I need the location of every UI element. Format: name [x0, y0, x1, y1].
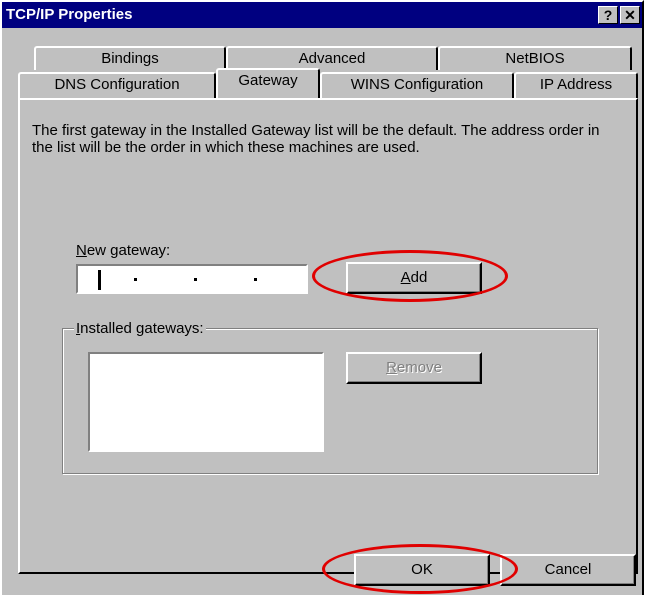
- new-gateway-ip-input[interactable]: [76, 264, 308, 294]
- title-bar[interactable]: TCP/IP Properties ? ✕: [2, 2, 642, 28]
- text-caret: [98, 270, 101, 290]
- installed-label-text: nstalled gateways:: [80, 320, 204, 337]
- tab-advanced[interactable]: Advanced: [226, 46, 438, 70]
- window-title: TCP/IP Properties: [6, 6, 133, 23]
- tab-wins-configuration[interactable]: WINS Configuration: [320, 72, 514, 98]
- installed-gateways-list[interactable]: [88, 352, 324, 452]
- gateway-description: The first gateway in the Installed Gatew…: [32, 122, 600, 156]
- installed-gateways-label: Installed gateways:: [74, 320, 206, 337]
- remove-button[interactable]: Remove: [346, 352, 482, 384]
- new-gateway-label: New gateway:: [76, 242, 170, 259]
- ip-octet-separator: [134, 278, 137, 281]
- new-gateway-accel: N: [76, 242, 87, 259]
- new-gateway-label-text: ew gateway:: [86, 242, 171, 259]
- close-button[interactable]: ✕: [620, 6, 640, 24]
- tab-bindings[interactable]: Bindings: [34, 46, 226, 70]
- ip-octet-separator: [254, 278, 257, 281]
- tcpip-properties-dialog: TCP/IP Properties ? ✕ Bindings Advanced …: [0, 0, 644, 595]
- tab-ip-address[interactable]: IP Address: [514, 72, 638, 98]
- help-button[interactable]: ?: [598, 6, 618, 24]
- ok-highlight-ellipse: [322, 544, 518, 594]
- add-highlight-ellipse: [312, 250, 508, 302]
- remove-label-text: emove: [396, 359, 442, 376]
- ip-octet-separator: [194, 278, 197, 281]
- remove-accel: R: [386, 359, 397, 376]
- tab-gateway[interactable]: Gateway: [216, 68, 320, 98]
- tab-netbios[interactable]: NetBIOS: [438, 46, 632, 70]
- cancel-button[interactable]: Cancel: [500, 554, 636, 586]
- tab-dns-configuration[interactable]: DNS Configuration: [18, 72, 216, 98]
